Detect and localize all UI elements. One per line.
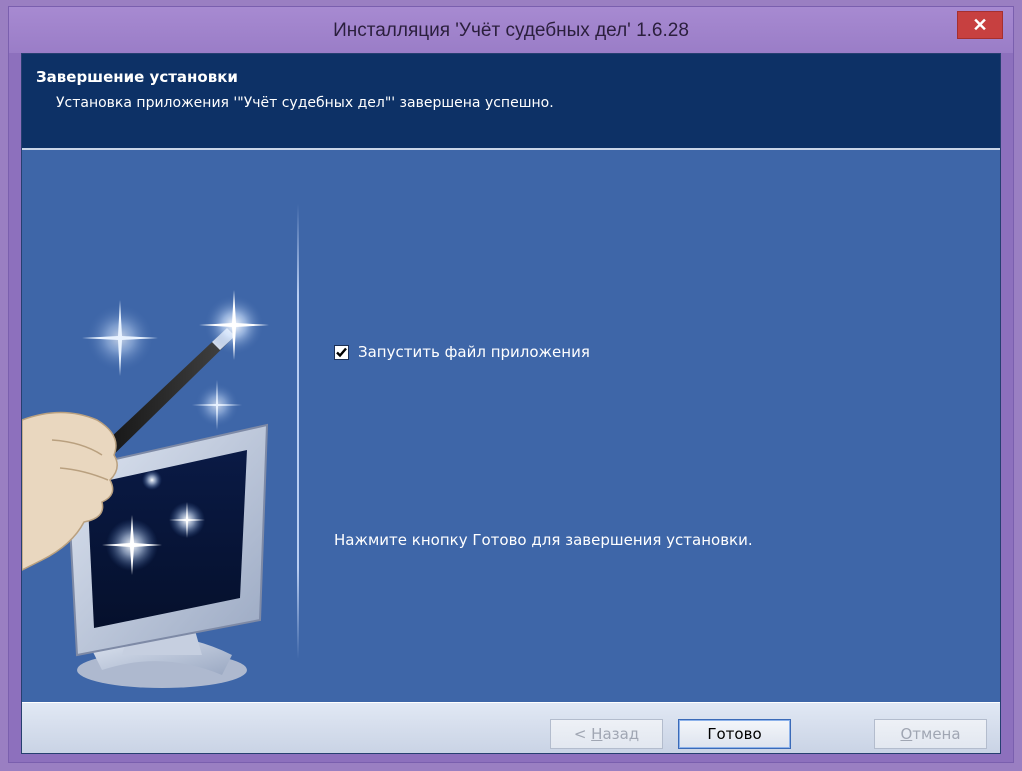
checkbox-check-icon	[336, 347, 347, 357]
finish-button-label: Готово	[707, 725, 762, 743]
finish-hint-text: Нажмите кнопку Готово для завершения уст…	[334, 531, 753, 549]
cancel-button[interactable]: Отмена	[874, 719, 987, 749]
back-button-prefix: <	[573, 725, 592, 743]
close-icon: ✕	[972, 15, 988, 35]
back-button-accel: Н	[591, 725, 603, 743]
run-app-checkbox-label[interactable]: Запустить файл приложения	[358, 343, 590, 361]
back-button-label: азад	[602, 725, 640, 743]
window-title: Инсталляция 'Учёт судебных дел' 1.6.28	[333, 20, 689, 41]
close-button[interactable]: ✕	[957, 11, 1003, 39]
back-button[interactable]: < Назад	[550, 719, 663, 749]
wizard-client-area: Завершение установки Установка приложени…	[21, 53, 1001, 754]
wizard-header: Завершение установки Установка приложени…	[22, 54, 1000, 150]
page-subtitle: Установка приложения '"Учёт судебных дел…	[56, 95, 554, 111]
cancel-button-accel: О	[900, 725, 913, 743]
page-title: Завершение установки	[36, 68, 238, 86]
installer-window: Инсталляция 'Учёт судебных дел' 1.6.28 ✕…	[8, 6, 1014, 763]
wizard-wand-icon	[22, 290, 269, 688]
cancel-button-label: тмена	[912, 725, 961, 743]
vertical-divider	[297, 204, 299, 659]
title-bar[interactable]: Инсталляция 'Учёт судебных дел' 1.6.28 ✕	[9, 7, 1013, 53]
run-app-checkbox[interactable]	[334, 344, 349, 360]
run-app-checkbox-row[interactable]: Запустить файл приложения	[334, 343, 590, 361]
finish-button[interactable]: Готово	[678, 719, 791, 749]
wizard-footer: < Назад Готово Отмена	[22, 702, 1000, 753]
